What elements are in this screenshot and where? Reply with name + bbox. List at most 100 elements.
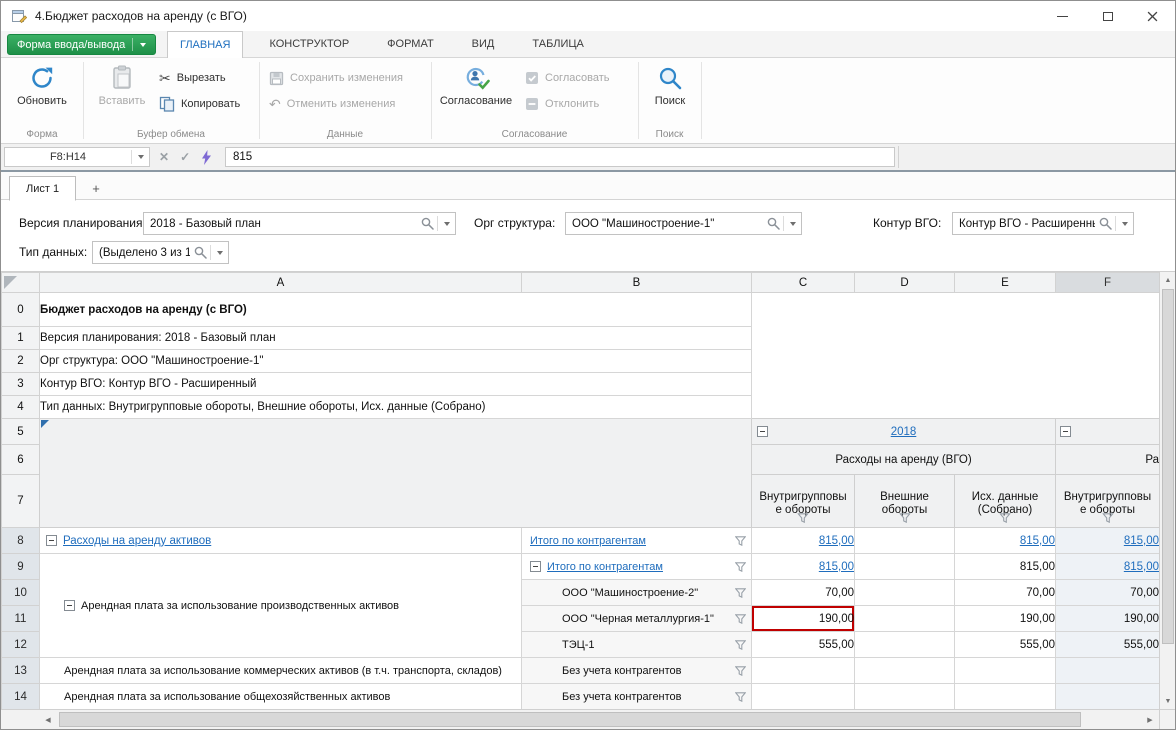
empty-cell[interactable]: [752, 293, 1160, 327]
row-header-12[interactable]: 12: [2, 632, 40, 658]
cell-b9[interactable]: Итого по контрагентам: [522, 554, 752, 580]
cell-f11[interactable]: 190,00: [1056, 606, 1160, 632]
horizontal-scrollbar[interactable]: ◀ ▶: [1, 709, 1159, 730]
io-form-menu-button[interactable]: Форма ввода/вывода: [7, 34, 156, 55]
search-icon[interactable]: [417, 217, 437, 230]
copy-button[interactable]: Копировать: [159, 94, 240, 114]
collapse-icon[interactable]: [1060, 426, 1071, 437]
filter-funnel-icon[interactable]: [798, 513, 809, 523]
empty-cell[interactable]: [752, 396, 1160, 419]
collapse-icon[interactable]: [530, 561, 541, 572]
scroll-down-button[interactable]: ▼: [1160, 693, 1176, 709]
value-link[interactable]: 815,00: [1124, 561, 1159, 573]
cell-f14[interactable]: [1056, 684, 1160, 710]
name-box-dropdown[interactable]: [132, 148, 149, 166]
cell-f13[interactable]: [1056, 658, 1160, 684]
maximize-button[interactable]: [1085, 1, 1130, 31]
filter-funnel-icon[interactable]: [735, 536, 746, 546]
search-button[interactable]: Поиск: [643, 63, 697, 108]
cell-name-box[interactable]: F8:H14: [4, 147, 150, 167]
column-header-f[interactable]: F: [1056, 273, 1160, 293]
chevron-down-icon[interactable]: [438, 213, 455, 234]
cell-d13[interactable]: [855, 658, 955, 684]
value-link[interactable]: 815,00: [819, 561, 854, 573]
info-org-cell[interactable]: Орг структура: ООО "Машиностроение-1": [40, 350, 752, 373]
value-link[interactable]: 815,00: [1124, 535, 1159, 547]
cancel-entry-icon[interactable]: ✕: [159, 150, 169, 164]
filter-funnel-icon[interactable]: [735, 614, 746, 624]
cell-a14[interactable]: Арендная плата за использование общехозя…: [40, 684, 522, 710]
cut-button[interactable]: ✂ Вырезать: [159, 68, 226, 88]
info-version-cell[interactable]: Версия планирования: 2018 - Базовый план: [40, 327, 752, 350]
row-header-13[interactable]: 13: [2, 658, 40, 684]
horizontal-scrollbar-thumb[interactable]: [59, 712, 1081, 727]
cell-c14[interactable]: [752, 684, 855, 710]
cell-f12[interactable]: 555,00: [1056, 632, 1160, 658]
row-header-0[interactable]: 0: [2, 293, 40, 327]
report-title-cell[interactable]: Бюджет расходов на аренду (с ВГО): [40, 293, 752, 327]
header-internal-turnover[interactable]: Внутригрупповые обороты: [752, 475, 855, 528]
chevron-down-icon[interactable]: [784, 213, 801, 234]
vgo-contour-filter[interactable]: Контур ВГО - Расширенный: [952, 212, 1134, 235]
cell-e9[interactable]: 815,00: [955, 554, 1056, 580]
filter-funnel-icon[interactable]: [735, 640, 746, 650]
vertical-scrollbar[interactable]: ▲ ▼: [1159, 272, 1176, 709]
info-datatype-cell[interactable]: Тип данных: Внутригрупповые обороты, Вне…: [40, 396, 752, 419]
cell-a8[interactable]: Расходы на аренду активов: [40, 528, 522, 554]
cell-c11-active[interactable]: 190,00: [752, 606, 855, 632]
measure-header-next-cell[interactable]: Ра: [1056, 445, 1160, 475]
cell-e12[interactable]: 555,00: [955, 632, 1056, 658]
row-header-9[interactable]: 9: [2, 554, 40, 580]
scroll-up-button[interactable]: ▲: [1160, 272, 1176, 288]
cell-b12[interactable]: ТЭЦ-1: [522, 632, 752, 658]
filter-funnel-icon[interactable]: [735, 666, 746, 676]
collapse-icon[interactable]: [64, 600, 75, 611]
column-header-e[interactable]: E: [955, 273, 1056, 293]
select-all-corner[interactable]: [2, 273, 40, 293]
value-link[interactable]: 815,00: [819, 535, 854, 547]
filter-funnel-icon[interactable]: [735, 692, 746, 702]
collapse-icon[interactable]: [46, 535, 57, 546]
row-header-4[interactable]: 4: [2, 396, 40, 419]
total-by-contractors-link[interactable]: Итого по контрагентам: [530, 535, 646, 547]
header-source-data[interactable]: Исх. данные (Собрано): [955, 475, 1056, 528]
chevron-down-icon[interactable]: [1116, 213, 1133, 234]
refresh-button[interactable]: Обновить: [3, 63, 81, 108]
column-header-c[interactable]: C: [752, 273, 855, 293]
tab-constructor[interactable]: КОНСТРУКТОР: [257, 31, 361, 57]
cell-e13[interactable]: [955, 658, 1056, 684]
cell-d12[interactable]: [855, 632, 955, 658]
row-header-8[interactable]: 8: [2, 528, 40, 554]
cell-c13[interactable]: [752, 658, 855, 684]
filter-funnel-icon[interactable]: [899, 513, 910, 523]
search-icon[interactable]: [190, 246, 210, 259]
approval-button[interactable]: Согласование: [437, 63, 515, 108]
filter-funnel-icon[interactable]: [1102, 513, 1113, 523]
rent-assets-link[interactable]: Расходы на аренду активов: [63, 535, 211, 547]
cell-b14[interactable]: Без учета контрагентов: [522, 684, 752, 710]
column-header-a[interactable]: A: [40, 273, 522, 293]
cell-d8[interactable]: [855, 528, 955, 554]
cell-a9-12[interactable]: Арендная плата за использование производ…: [40, 554, 522, 658]
decline-button[interactable]: Отклонить: [525, 94, 599, 114]
row-header-14[interactable]: 14: [2, 684, 40, 710]
row-header-2[interactable]: 2: [2, 350, 40, 373]
cell-b13[interactable]: Без учета контрагентов: [522, 658, 752, 684]
cell-e10[interactable]: 70,00: [955, 580, 1056, 606]
tab-format[interactable]: ФОРМАТ: [375, 31, 446, 57]
search-icon[interactable]: [763, 217, 783, 230]
version-filter[interactable]: 2018 - Базовый план: [143, 212, 456, 235]
filter-funnel-icon[interactable]: [735, 588, 746, 598]
total-by-contractors-link[interactable]: Итого по контрагентам: [547, 561, 663, 573]
collapse-icon[interactable]: [757, 426, 768, 437]
cell-f9[interactable]: 815,00: [1056, 554, 1160, 580]
scroll-right-button[interactable]: ▶: [1141, 710, 1159, 730]
run-formula-icon[interactable]: [201, 150, 212, 165]
paste-button[interactable]: Вставить: [91, 63, 153, 108]
year-header-cell[interactable]: 2018: [752, 419, 1056, 445]
info-contour-cell[interactable]: Контур ВГО: Контур ВГО - Расширенный: [40, 373, 752, 396]
row-header-5[interactable]: 5: [2, 419, 40, 445]
formula-input[interactable]: 815: [225, 147, 895, 167]
confirm-entry-icon[interactable]: ✓: [180, 150, 190, 164]
empty-cell[interactable]: [752, 373, 1160, 396]
